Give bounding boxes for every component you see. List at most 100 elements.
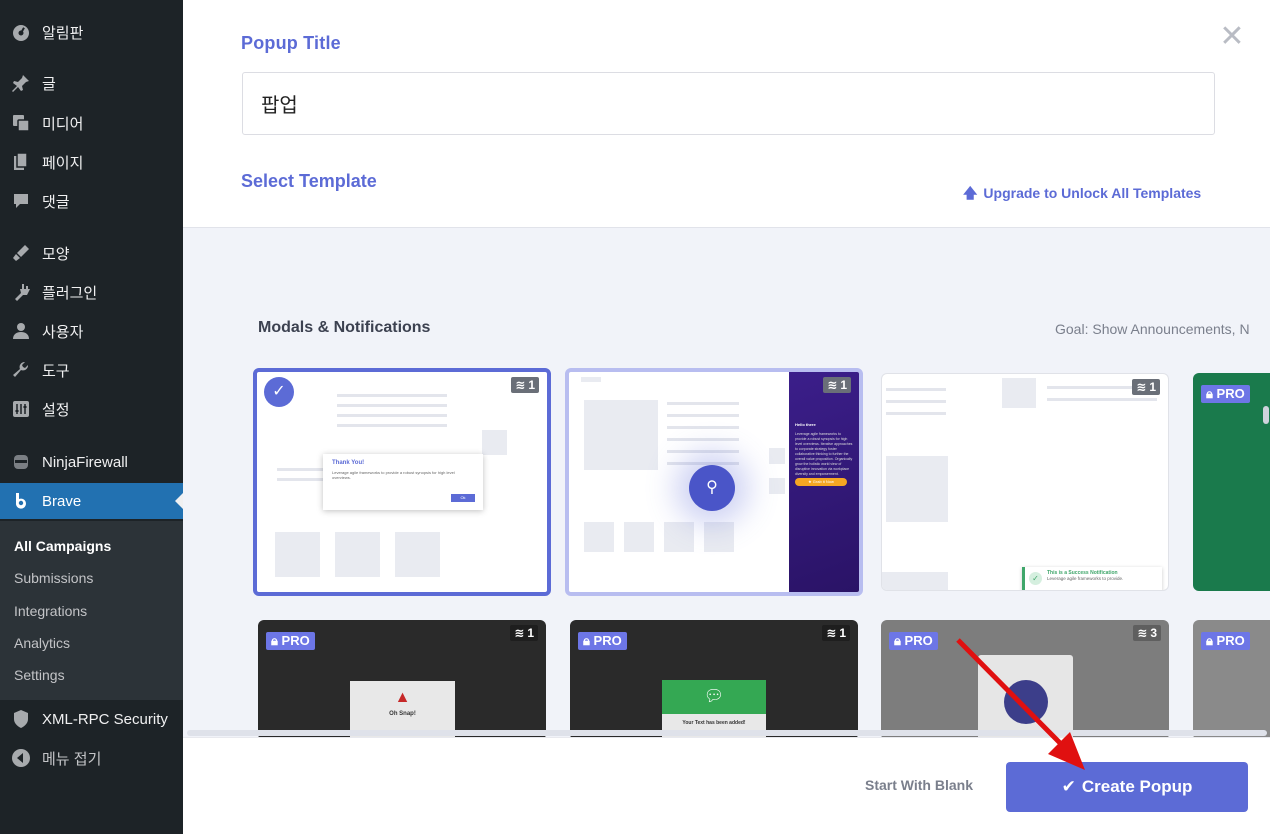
ninja-icon [10,452,32,472]
sidebar-item-dashboard[interactable]: 알림판 [0,14,183,50]
preview-heading: Oh Snap! [389,711,416,717]
sidebar-item-pages[interactable]: 페이지 [0,144,183,180]
sidebar-item-label: 미디어 [42,115,84,133]
pro-badge: 🔒︎ PRO [889,632,938,650]
layers-icon: ≋ [514,626,525,640]
lock-icon: 🔒︎ [1206,386,1213,401]
upgrade-link-label: Upgrade to Unlock All Templates [983,185,1202,201]
layers-icon: ≋ [515,378,526,392]
wrench-icon [10,360,32,380]
template-gallery: Modals & Notifications Goal: Show Announ… [183,227,1270,737]
sidebar-item-tools[interactable]: 도구 [0,352,183,388]
layer-count-badge: ≋ 1 [510,625,538,641]
template-card[interactable]: ▲ Oh Snap! 🔒︎ PRO ≋ 1 [258,620,546,737]
selected-check-icon: ✓ [264,377,294,407]
sidebar-item-label: 메뉴 접기 [42,750,102,768]
lock-icon: 🔒︎ [271,633,278,648]
close-icon[interactable]: ✕ [1219,22,1245,52]
template-card[interactable]: ✓ This is a Success Notification Leverag… [881,373,1169,591]
upgrade-link[interactable]: 🡅 Upgrade to Unlock All Templates [963,183,1201,207]
submenu-integrations[interactable]: Integrations [14,603,87,619]
sidebar-item-label: 사용자 [42,323,84,341]
success-notification-preview: ✓ This is a Success Notification Leverag… [1022,567,1162,590]
layer-count: 3 [1150,626,1157,640]
create-popup-label: Create Popup [1081,777,1193,796]
lock-icon: 🔒︎ [1206,633,1213,648]
layer-count-badge: ≋ 1 [822,625,850,641]
brave-icon [10,491,32,511]
preview-search-icon[interactable]: ⚲ [689,465,735,511]
sidebar-item-label: NinjaFirewall [42,453,128,471]
layer-count-badge: ≋ 1 [511,377,539,393]
sidebar-item-users[interactable]: 사용자 [0,313,183,349]
layer-count: 1 [840,378,847,392]
chat-icon: 💬︎ [662,680,766,714]
preview-button: ★ Grab it Now [795,478,847,486]
create-popup-button[interactable]: ✔ Create Popup [1006,762,1248,812]
start-with-blank-button[interactable]: Start With Blank [865,777,973,793]
pro-badge: 🔒︎ PRO [266,632,315,650]
pro-label: PRO [281,633,310,648]
modal-footer: Start With Blank ✔ Create Popup [183,737,1270,834]
popup-title-input[interactable] [242,72,1215,135]
preview-body: Leverage agile frameworks to provide. [1047,576,1124,581]
template-card[interactable]: 💬︎ Your Text has been added! 🔒︎ PRO ≋ 1 [570,620,858,737]
pro-label: PRO [904,633,933,648]
select-template-label: Select Template [241,171,377,191]
preview-heading: Hello there [795,422,816,427]
shield-icon [10,709,32,729]
sidebar-item-plugins[interactable]: 플러그인 [0,274,183,310]
collapse-icon [10,748,32,768]
sidebar-item-posts[interactable]: 글 [0,65,183,101]
sidebar-item-label: 알림판 [42,24,84,42]
submenu-analytics[interactable]: Analytics [14,635,70,651]
sidebar-item-ninjafirewall[interactable]: NinjaFirewall [0,444,183,480]
user-icon [10,321,32,341]
settings-icon [10,399,32,419]
sidebar-item-xmlrpc-security[interactable]: XML-RPC Security [0,701,183,737]
chat-modal-preview: 💬︎ Your Text has been added! [662,680,766,737]
preview-button: Ok [451,494,475,502]
layers-icon: ≋ [1137,626,1148,640]
pro-badge: 🔒︎ PRO [578,632,627,650]
horizontal-scrollbar[interactable] [187,730,1267,736]
pro-label: PRO [1216,386,1245,401]
sidebar-item-brave[interactable]: Brave [0,483,183,519]
submenu-all-campaigns[interactable]: All Campaigns [14,538,111,554]
arrow-up-icon: 🡅 [963,185,978,201]
sidebar-item-appearance[interactable]: 모양 [0,235,183,271]
submenu-submissions[interactable]: Submissions [14,570,93,586]
template-card[interactable]: 🔒︎ PRO [1193,373,1270,591]
preview-body: Leverage agile frameworks to provide a r… [332,470,455,480]
submenu-settings[interactable]: Settings [14,667,65,683]
sidebar-item-media[interactable]: 미디어 [0,105,183,141]
pin-icon [10,73,32,93]
layer-count-badge: ≋ 1 [1132,379,1160,395]
lock-icon: 🔒︎ [583,633,590,648]
sidebar-item-label: 플러그인 [42,284,98,302]
page-icon [10,152,32,172]
template-card[interactable]: 🔒︎ PRO [1193,620,1270,737]
sidebar-item-label: Brave [42,492,82,510]
template-card[interactable]: 🔒︎ PRO ≋ 3 [881,620,1169,737]
sidebar-item-label: 페이지 [42,154,84,172]
checkmark-icon: ✔ [1061,777,1076,796]
layer-count: 1 [527,626,534,640]
sidebar-item-label: XML-RPC Security [42,710,168,728]
layers-icon: ≋ [1136,380,1147,394]
sidebar-collapse-menu[interactable]: 메뉴 접기 [0,740,183,776]
layer-count: 1 [839,626,846,640]
popup-title-label: Popup Title [241,33,341,53]
vertical-scrollbar[interactable] [1263,406,1269,424]
lock-icon: 🔒︎ [894,633,901,648]
sidebar-item-comments[interactable]: 댓글 [0,183,183,219]
pro-label: PRO [1216,633,1245,648]
template-card[interactable]: Thank You! Leverage agile frameworks to … [253,368,551,596]
error-modal-preview: ▲ Oh Snap! [350,681,455,737]
sidebar-item-settings[interactable]: 설정 [0,391,183,427]
layer-count: 1 [528,378,535,392]
preview-heading: Your Text has been added! [682,720,746,726]
warning-icon: ▲ [394,689,411,706]
comment-icon [10,191,32,211]
template-card[interactable]: Hello there Leverage agile frameworks to… [565,368,863,596]
